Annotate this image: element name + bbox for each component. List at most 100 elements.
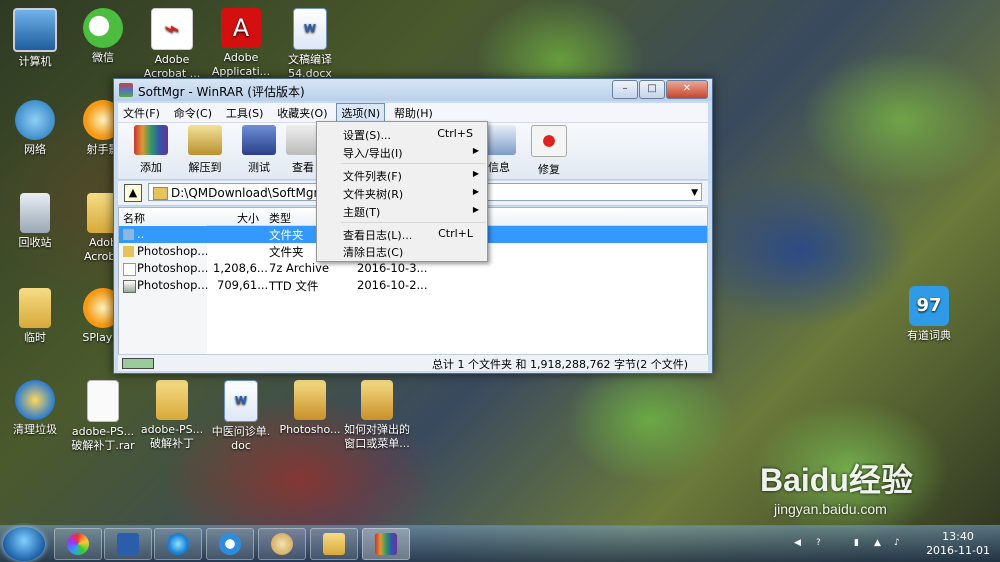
network-icon[interactable]: ▮ [854, 538, 864, 548]
menu-help[interactable]: 帮助(H) [389, 103, 438, 123]
folder-icon [323, 533, 345, 555]
desktop-icon-photoshop[interactable]: Photosho... [275, 380, 345, 437]
taskbar-app-winrar[interactable] [362, 528, 410, 560]
menu-file[interactable]: 文件(F) [118, 103, 165, 123]
desktop-icon-docx[interactable]: W 文稿编译 54.docx [275, 8, 345, 81]
desktop-icon-popup-folder[interactable]: 如何对弹出的 窗口或菜单... [342, 380, 412, 451]
submenu-arrow-icon: ▶ [472, 146, 479, 155]
start-button[interactable] [3, 527, 45, 561]
desktop-icon-adobe-acrobat[interactable]: ⌁ Adobe Acrobat ... [137, 8, 207, 81]
taskbar-app-player[interactable] [206, 528, 254, 560]
menu-item-label: 文件夹树(R) [343, 188, 404, 201]
menu-item-settings[interactable]: 设置(S)... Ctrl+S [317, 125, 487, 143]
menu-item-view-log[interactable]: 查看日志(L)... Ctrl+L [317, 225, 487, 243]
menu-item-clear-log[interactable]: 清除日志(C) [317, 242, 487, 260]
table-row[interactable]: Photoshop... 1,208,6... 7z Archive 2016-… [119, 260, 707, 277]
menu-item-file-list[interactable]: 文件列表(F) ▶ [317, 166, 487, 184]
menu-options[interactable]: 选项(N) [336, 103, 386, 123]
desktop-icon-label: 微信 [92, 51, 114, 64]
winrar-icon [375, 533, 397, 555]
winrar-logo-icon [119, 83, 133, 97]
status-bar: 总计 1 个文件夹 和 1,918,288,762 字节(2 个文件) [118, 354, 708, 371]
clock-date: 2016-11-01 [926, 544, 990, 557]
desktop-icon-label: 如何对弹出的 窗口或菜单... [344, 423, 410, 450]
taskbar-app-explorer[interactable] [310, 528, 358, 560]
desktop-icon-network[interactable]: 网络 [0, 100, 70, 157]
desktop-icon-label: 清理垃圾 [13, 423, 57, 436]
volume-icon[interactable]: ♪ [894, 538, 904, 548]
column-type[interactable]: 类型 [269, 210, 291, 226]
title-bar[interactable]: SoftMgr - WinRAR (评估版本) – □ ✕ [114, 79, 712, 101]
taskbar-app-picasa[interactable] [54, 528, 102, 560]
view-button-label: 查看 [292, 161, 314, 174]
row-type: 文件夹 [269, 245, 304, 259]
menu-favorites[interactable]: 收藏夹(O) [272, 103, 332, 123]
test-button[interactable]: 测试 [234, 125, 284, 175]
taskbar: ◀ ? ▮ ▲ ♪ 13:40 2016-11-01 [0, 525, 1000, 562]
taskbar-app-paint[interactable] [258, 528, 306, 560]
minimize-button[interactable]: – [612, 80, 638, 99]
help-icon[interactable]: ? [816, 538, 826, 548]
repair-button[interactable]: 修复 [524, 125, 574, 177]
folder-icon [19, 288, 51, 328]
clock[interactable]: 13:40 2016-11-01 [926, 530, 990, 558]
desktop-icon-label: 网络 [24, 143, 46, 156]
video-player-icon [219, 533, 241, 555]
desktop-icon-youdao[interactable]: 97 有道词典 [894, 286, 964, 343]
submenu-arrow-icon: ▶ [472, 169, 479, 178]
desktop-icon-adobe-app[interactable]: A Adobe Applicati... [206, 8, 276, 79]
maximize-button[interactable]: □ [639, 80, 665, 99]
add-button-label: 添加 [140, 161, 162, 174]
signal-icon[interactable]: ▲ [874, 538, 884, 548]
desktop-icon-wechat[interactable]: 微信 [68, 8, 138, 65]
word-document-icon: W [293, 8, 327, 50]
recycle-bin-icon [20, 193, 50, 233]
desktop-icon-rar-file[interactable]: adobe-PS... 破解补丁.rar [68, 380, 138, 453]
blank-file-icon [87, 380, 119, 422]
desktop-icon-label: adobe-PS... 破解补丁 [140, 423, 204, 450]
menu-separator [341, 163, 485, 164]
desktop-icon-label: 文稿编译 54.docx [288, 53, 332, 80]
window-title: SoftMgr - WinRAR (评估版本) [138, 85, 305, 99]
up-folder-button[interactable]: ▲ [124, 184, 142, 202]
menu-command[interactable]: 命令(C) [169, 103, 217, 123]
desktop-icon-label: 回收站 [18, 236, 52, 249]
menu-item-label: 文件列表(F) [343, 170, 402, 183]
desktop-icon-computer[interactable]: 计算机 [0, 8, 70, 69]
desktop-icon-clean[interactable]: 清理垃圾 [0, 380, 70, 437]
menu-item-shortcut: Ctrl+L [438, 227, 473, 240]
desktop-icon-doc-file[interactable]: W 中医问诊单. doc [206, 380, 276, 453]
extract-to-button[interactable]: 解压到 [180, 125, 230, 175]
add-button[interactable]: 添加 [126, 125, 176, 175]
close-button[interactable]: ✕ [666, 80, 708, 99]
add-archive-icon [134, 125, 168, 155]
desktop-icon-patch-folder[interactable]: adobe-PS... 破解补丁 [137, 380, 207, 451]
row-date: 2016-10-2... [357, 278, 428, 292]
column-name[interactable]: 名称 [123, 210, 145, 226]
youdao-dictionary-icon: 97 [909, 286, 949, 326]
row-size: 709,61... [217, 278, 269, 292]
desktop-icon-label: 计算机 [18, 55, 52, 68]
test-book-icon [242, 125, 276, 155]
menu-tools[interactable]: 工具(S) [221, 103, 269, 123]
wechat-icon [83, 8, 123, 48]
folder-icon [294, 380, 326, 420]
menu-item-folder-tree[interactable]: 文件夹树(R) ▶ [317, 184, 487, 202]
column-size[interactable]: 大小 [237, 210, 259, 226]
baidu-watermark: Baidu经验 jingyan.baidu.com [760, 455, 913, 517]
taskbar-app-word[interactable] [104, 528, 152, 560]
first-aid-kit-icon [531, 125, 567, 157]
row-name: Photoshop... [137, 278, 209, 292]
chevron-down-icon[interactable]: ▼ [691, 184, 698, 202]
menu-item-import-export[interactable]: 导入/导出(I) ▶ [317, 143, 487, 161]
desktop-icon-temp[interactable]: 临时 [0, 288, 70, 345]
menu-item-theme[interactable]: 主题(T) ▶ [317, 202, 487, 220]
taskbar-app-ie[interactable] [154, 528, 202, 560]
desktop-icon-recycle-bin[interactable]: 回收站 [0, 193, 70, 250]
test-button-label: 测试 [248, 161, 270, 174]
arrow-icon[interactable]: ◀ [794, 538, 804, 548]
desktop-icon-label: Photosho... [279, 423, 341, 436]
desktop-icon-label: Adobe Applicati... [211, 51, 271, 78]
status-text: 总计 1 个文件夹 和 1,918,288,762 字节(2 个文件) [432, 358, 689, 371]
table-row[interactable]: Photoshop... 709,61... TTD 文件 2016-10-2.… [119, 277, 707, 294]
